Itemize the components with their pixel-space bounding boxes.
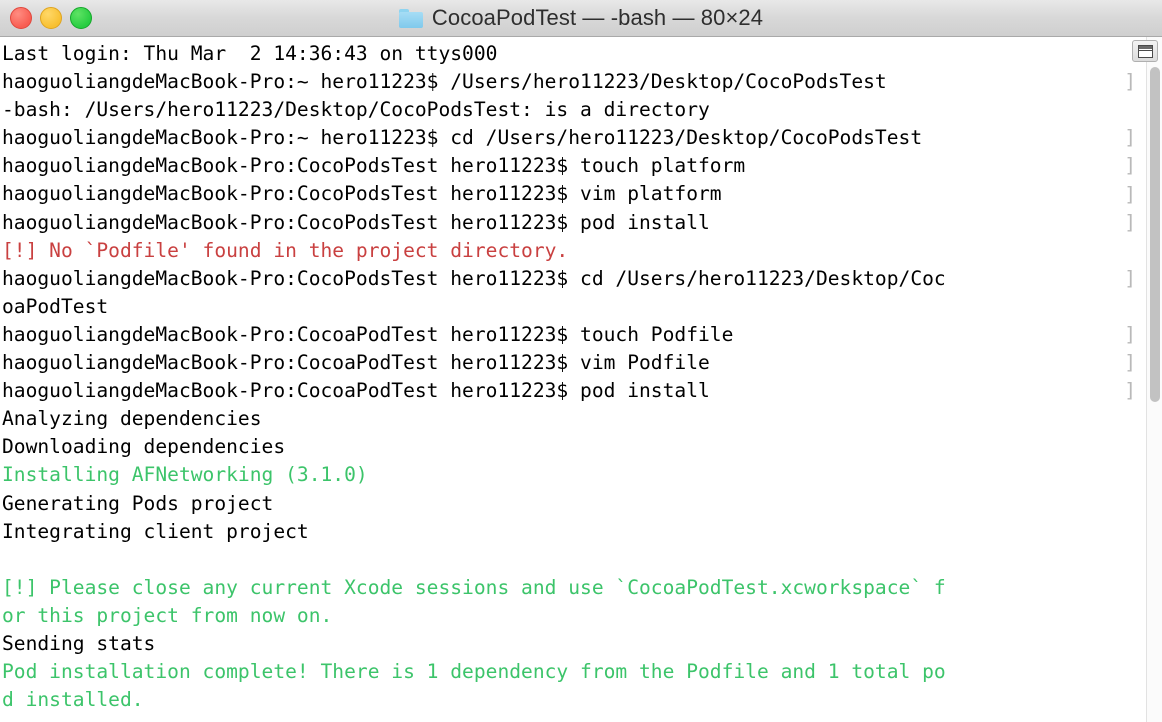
terminal-line: haoguoliangdeMacBook-Pro:CocoaPodTest he…: [2, 322, 734, 346]
terminal-line: haoguoliangdeMacBook-Pro:CocoaPodTest he…: [2, 379, 710, 403]
terminal-line: Pod installation complete! There is 1 de…: [2, 660, 946, 684]
split-pane-icon[interactable]: [1132, 40, 1158, 62]
terminal-window: CocoaPodTest — -bash — 80×24 Last login:…: [0, 0, 1162, 722]
close-button[interactable]: [10, 7, 32, 29]
terminal-line: haoguoliangdeMacBook-Pro:CocoPodsTest he…: [2, 154, 746, 178]
terminal-line: Installing AFNetworking (3.1.0): [2, 463, 368, 487]
terminal-line: -bash: /Users/hero11223/Desktop/CocoPods…: [2, 98, 710, 122]
terminal-line: Last login: Thu Mar 2 14:36:43 on ttys00…: [2, 42, 498, 65]
title-group: CocoaPodTest — -bash — 80×24: [0, 0, 1162, 36]
terminal-line: d installed.: [2, 688, 144, 712]
terminal-line: Generating Pods project: [2, 491, 274, 515]
terminal-line: oaPodTest: [2, 294, 109, 318]
terminal-line: haoguoliangdeMacBook-Pro:CocoPodsTest he…: [2, 210, 710, 234]
terminal-line: Analyzing dependencies: [2, 407, 262, 431]
window-title: CocoaPodTest — -bash — 80×24: [431, 5, 764, 30]
terminal-line: haoguoliangdeMacBook-Pro:CocoaPodTest he…: [2, 351, 710, 375]
terminal-line: or this project from now on.: [2, 603, 333, 627]
terminal-line: [!] No `Podfile' found in the project di…: [2, 238, 569, 262]
terminal-scrollbar[interactable]: [1146, 37, 1162, 722]
window-controls: [10, 7, 92, 29]
folder-icon: [398, 8, 423, 28]
terminal-line: Sending stats: [2, 631, 156, 655]
terminal-line: [!] Please close any current Xcode sessi…: [2, 575, 946, 599]
split-pane-glyph: [1137, 44, 1153, 58]
terminal-line: Downloading dependencies: [2, 435, 286, 459]
scrollbar-thumb[interactable]: [1150, 67, 1160, 402]
terminal-line: haoguoliangdeMacBook-Pro:~ hero11223$ /U…: [2, 70, 887, 94]
terminal-output[interactable]: Last login: Thu Mar 2 14:36:43 on ttys00…: [0, 37, 1162, 722]
terminal-line: haoguoliangdeMacBook-Pro:~ hero11223$ cd…: [2, 126, 923, 150]
terminal-line: Integrating client project: [2, 519, 309, 543]
maximize-button[interactable]: [70, 7, 92, 29]
terminal-line: haoguoliangdeMacBook-Pro:CocoPodsTest he…: [2, 266, 946, 290]
titlebar[interactable]: CocoaPodTest — -bash — 80×24: [0, 0, 1162, 37]
minimize-button[interactable]: [40, 7, 62, 29]
terminal-line: haoguoliangdeMacBook-Pro:CocoPodsTest he…: [2, 182, 722, 206]
